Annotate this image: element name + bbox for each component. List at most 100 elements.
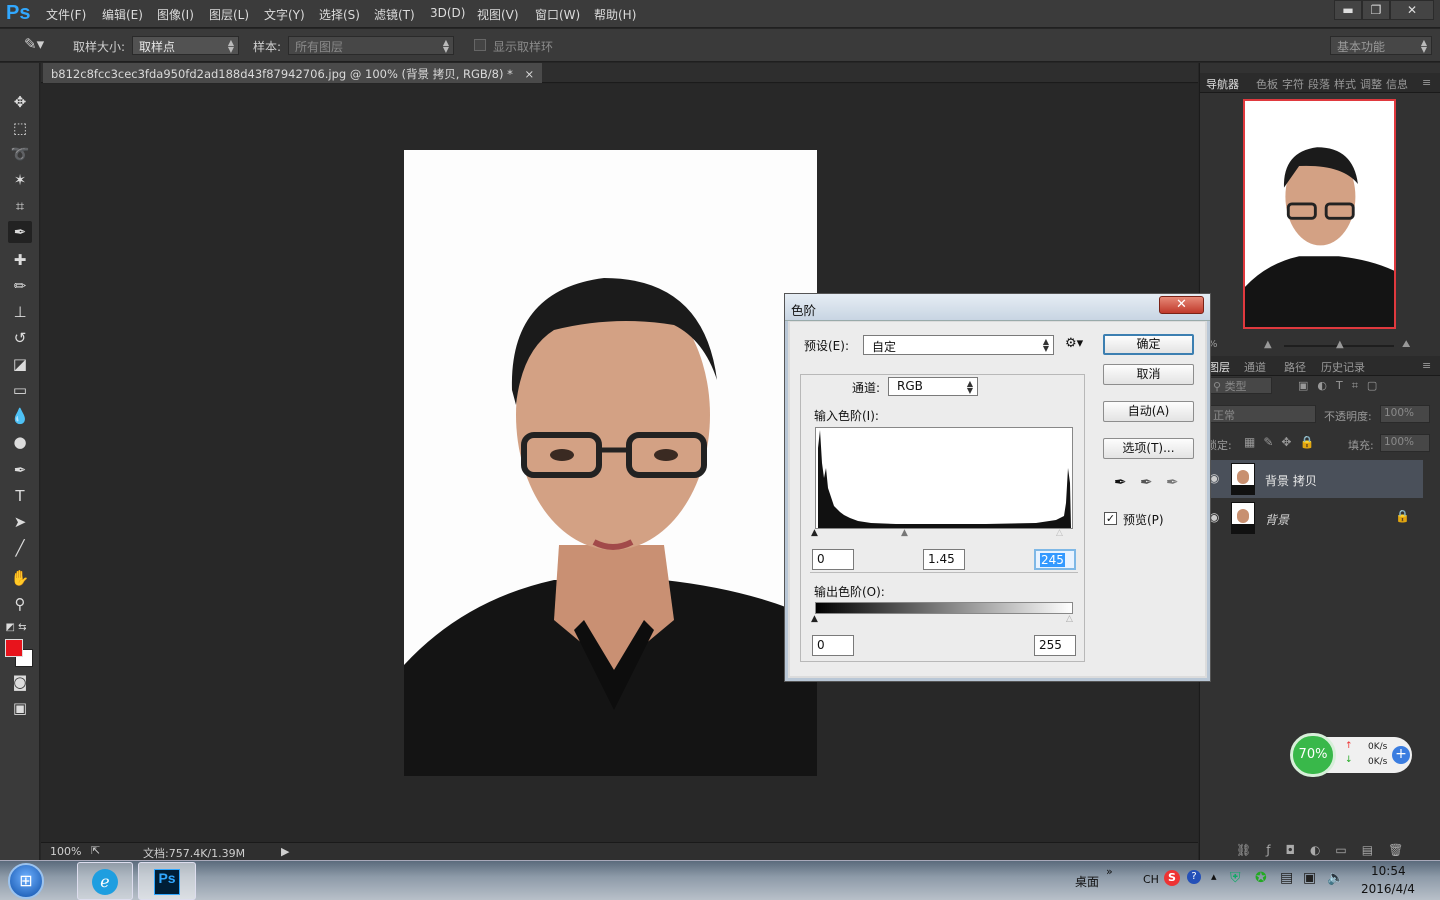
- layer-row[interactable]: ◉ 背景 拷贝: [1199, 460, 1423, 498]
- eyedropper-tool-icon[interactable]: ✒: [8, 221, 32, 243]
- dialog-close-button[interactable]: ✕: [1159, 296, 1204, 314]
- show-ring-checkbox[interactable]: [474, 39, 486, 51]
- type-tool-icon[interactable]: T: [8, 485, 32, 507]
- output-white-slider-handle[interactable]: △: [1066, 614, 1073, 624]
- move-tool-icon[interactable]: ✥: [8, 91, 32, 113]
- sogou-input-icon[interactable]: S: [1164, 870, 1180, 886]
- lasso-tool-icon[interactable]: ➰: [8, 143, 32, 165]
- tab-character[interactable]: 字符: [1282, 76, 1304, 92]
- brush-tool-icon[interactable]: ✏: [8, 275, 32, 297]
- tray-expand-icon[interactable]: ▴: [1211, 870, 1217, 883]
- zoom-slider-handle[interactable]: ▲: [1336, 339, 1344, 350]
- tab-channels[interactable]: 通道: [1244, 359, 1266, 375]
- hand-tool-icon[interactable]: ✋: [8, 567, 32, 589]
- preview-checkbox[interactable]: ✓: [1104, 512, 1117, 525]
- close-window-button[interactable]: ✕: [1390, 0, 1434, 20]
- menu-layer[interactable]: 图层(L): [209, 6, 249, 23]
- tab-adjustments[interactable]: 调整: [1360, 76, 1382, 92]
- dodge-tool-icon[interactable]: ●: [8, 431, 32, 453]
- restore-button[interactable]: ❐: [1362, 0, 1390, 20]
- eraser-tool-icon[interactable]: ◪: [8, 353, 32, 375]
- taskbar-browser-button[interactable]: ℯ: [77, 862, 133, 900]
- input-language[interactable]: CH: [1143, 873, 1159, 886]
- security-shield-icon[interactable]: ⛨: [1230, 870, 1241, 886]
- status-menu-arrow-icon[interactable]: ▶: [281, 845, 289, 858]
- volume-icon[interactable]: 🔈: [1327, 870, 1344, 886]
- opacity-input[interactable]: 100%: [1380, 405, 1430, 423]
- tab-paths[interactable]: 路径: [1284, 359, 1306, 375]
- input-white-field[interactable]: 245: [1034, 549, 1076, 570]
- menu-help[interactable]: 帮助(H): [594, 6, 636, 23]
- screen-mode-icon[interactable]: ▣: [8, 697, 32, 719]
- auto-button[interactable]: 自动(A): [1103, 401, 1194, 422]
- cancel-button[interactable]: 取消: [1103, 364, 1194, 385]
- panel-menu-icon[interactable]: ≡: [1422, 76, 1431, 89]
- menu-view[interactable]: 视图(V): [477, 6, 519, 23]
- start-button[interactable]: ⊞: [8, 863, 44, 899]
- layer-row[interactable]: ◉ 背景 🔒: [1199, 499, 1423, 537]
- tab-navigator[interactable]: 导航器: [1206, 76, 1239, 92]
- marquee-tool-icon[interactable]: ⬚: [8, 117, 32, 139]
- blur-tool-icon[interactable]: 💧: [8, 405, 32, 427]
- clone-stamp-tool-icon[interactable]: ⊥: [8, 301, 32, 323]
- document-photo[interactable]: [404, 150, 817, 776]
- export-icon[interactable]: ⇱: [91, 844, 100, 857]
- preset-select[interactable]: 自定 ▲ ▼: [863, 335, 1054, 355]
- zoom-out-icon[interactable]: ▲: [1264, 339, 1272, 350]
- options-button[interactable]: 选项(T)...: [1103, 438, 1194, 459]
- channel-select[interactable]: RGB ▲ ▼: [888, 377, 978, 396]
- input-black-slider-handle[interactable]: ▲: [811, 528, 818, 538]
- layer-footer-icons[interactable]: ⛓ƒ◘◐▭▤🗑: [1200, 843, 1440, 860]
- sample-size-select[interactable]: 取样点 ▲ ▼: [132, 36, 239, 55]
- clock-date[interactable]: 2016/4/4: [1361, 882, 1415, 896]
- add-icon[interactable]: +: [1392, 746, 1410, 764]
- default-colors-icon[interactable]: ◩ ⇆: [4, 617, 28, 639]
- tab-paragraph[interactable]: 段落: [1308, 76, 1330, 92]
- tab-layers[interactable]: 图层: [1208, 359, 1230, 375]
- ok-button[interactable]: 确定: [1103, 334, 1194, 355]
- desktop-toolbar-label[interactable]: 桌面: [1075, 873, 1099, 890]
- network-tray-icon[interactable]: ▤: [1280, 870, 1293, 886]
- zoom-tool-icon[interactable]: ⚲: [8, 593, 32, 615]
- white-point-eyedropper-icon[interactable]: ✒: [1166, 473, 1179, 491]
- fill-input[interactable]: 100%: [1380, 434, 1430, 452]
- menu-filter[interactable]: 滤镜(T): [374, 6, 415, 23]
- input-white-slider-handle[interactable]: △: [1056, 528, 1063, 538]
- menu-file[interactable]: 文件(F): [46, 6, 86, 23]
- panel-menu-icon[interactable]: ≡: [1422, 359, 1431, 372]
- gradient-tool-icon[interactable]: ▭: [8, 379, 32, 401]
- document-tab[interactable]: b812c8fcc3cec3fda950fd2ad188d43f87942706…: [43, 63, 543, 83]
- help-icon[interactable]: ?: [1187, 870, 1201, 884]
- layer-filter-icons[interactable]: ▣◐T⌗▢: [1298, 379, 1386, 393]
- navigator-thumbnail[interactable]: [1243, 99, 1396, 329]
- menu-3d[interactable]: 3D(D): [430, 6, 465, 20]
- healing-brush-tool-icon[interactable]: ✚: [8, 249, 32, 271]
- input-black-field[interactable]: 0: [812, 549, 854, 570]
- tab-info[interactable]: 信息: [1386, 76, 1408, 92]
- output-black-field[interactable]: 0: [812, 635, 854, 656]
- menu-image[interactable]: 图像(I): [157, 6, 194, 23]
- tab-history[interactable]: 历史记录: [1321, 359, 1365, 375]
- tab-styles[interactable]: 样式: [1334, 76, 1356, 92]
- layer-name[interactable]: 背景: [1265, 511, 1289, 528]
- menu-edit[interactable]: 编辑(E): [102, 6, 143, 23]
- path-selection-tool-icon[interactable]: ➤: [8, 511, 32, 533]
- tray-app-icon[interactable]: ✪: [1255, 870, 1267, 886]
- workspace-select[interactable]: 基本功能 ▲ ▼: [1330, 36, 1432, 55]
- quick-mask-icon[interactable]: ◙: [8, 671, 32, 693]
- foreground-color-swatch[interactable]: [5, 639, 23, 657]
- network-monitor-widget[interactable]: 70% ↑ ↓ 0K/s 0K/s +: [1290, 733, 1414, 777]
- minimize-button[interactable]: ▬: [1334, 0, 1362, 20]
- magic-wand-tool-icon[interactable]: ✶: [8, 169, 32, 191]
- blend-mode-select[interactable]: 正常: [1208, 405, 1316, 423]
- zoom-level[interactable]: 100%: [50, 845, 81, 858]
- output-black-slider-handle[interactable]: ▲: [811, 614, 818, 624]
- gray-point-eyedropper-icon[interactable]: ✒: [1140, 473, 1153, 491]
- history-brush-tool-icon[interactable]: ↺: [8, 327, 32, 349]
- lock-icons[interactable]: ▦✎✥🔒: [1244, 435, 1322, 449]
- preset-options-gear-icon[interactable]: ⚙▾: [1065, 336, 1083, 351]
- dialog-title-bar[interactable]: 色阶 ✕: [785, 294, 1210, 321]
- cpu-usage-badge[interactable]: 70%: [1290, 733, 1336, 777]
- black-point-eyedropper-icon[interactable]: ✒: [1114, 473, 1127, 491]
- input-gamma-field[interactable]: 1.45: [923, 549, 965, 570]
